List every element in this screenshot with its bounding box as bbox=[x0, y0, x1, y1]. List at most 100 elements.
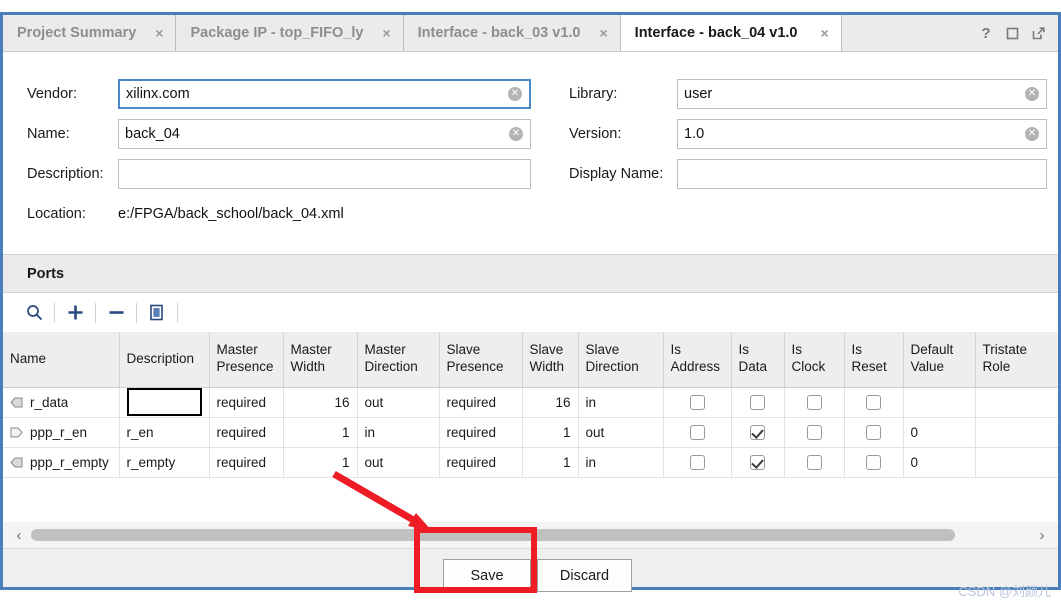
name-input[interactable]: back_04 ✕ bbox=[118, 119, 531, 149]
cell-is-reset[interactable] bbox=[844, 387, 904, 418]
cell-master-presence[interactable]: required bbox=[209, 417, 284, 448]
save-button[interactable]: Save bbox=[443, 559, 531, 592]
scrollbar-track[interactable] bbox=[31, 529, 1030, 541]
cell-default-value[interactable]: 0 bbox=[903, 447, 976, 478]
cell-slave-presence[interactable]: required bbox=[439, 417, 523, 448]
cell-is-clock[interactable] bbox=[784, 447, 845, 478]
library-input[interactable]: user ✕ bbox=[677, 79, 1047, 109]
is-clock-checkbox[interactable] bbox=[806, 424, 822, 440]
clear-icon[interactable]: ✕ bbox=[1025, 127, 1039, 141]
cell-master-direction[interactable]: in bbox=[357, 417, 440, 448]
col-header-slave-presence[interactable]: Slave Presence bbox=[439, 332, 523, 388]
table-row[interactable]: r_data required 16 out required 16 in bbox=[3, 387, 1058, 418]
clear-icon[interactable]: ✕ bbox=[509, 127, 523, 141]
cell-slave-width[interactable]: 16 bbox=[522, 387, 579, 418]
cell-is-reset[interactable] bbox=[844, 417, 904, 448]
cell-master-presence[interactable]: required bbox=[209, 387, 284, 418]
is-reset-checkbox[interactable] bbox=[866, 454, 881, 470]
cell-is-data[interactable] bbox=[731, 417, 785, 448]
cell-is-clock[interactable] bbox=[784, 387, 845, 418]
cell-is-address[interactable] bbox=[663, 447, 732, 478]
cell-default-value[interactable] bbox=[903, 387, 976, 418]
cell-name[interactable]: r_data bbox=[3, 387, 120, 418]
help-icon[interactable]: ? bbox=[978, 25, 994, 41]
tab-interface-back-04[interactable]: Interface - back_04 v1.0 × bbox=[620, 15, 842, 51]
cell-is-data[interactable] bbox=[731, 447, 785, 478]
float-window-icon[interactable] bbox=[1030, 25, 1046, 41]
col-header-slave-direction[interactable]: Slave Direction bbox=[578, 332, 664, 388]
cell-name[interactable]: ppp_r_en bbox=[3, 417, 120, 448]
tab-close-icon[interactable]: × bbox=[379, 25, 393, 41]
is-reset-checkbox[interactable] bbox=[866, 424, 881, 440]
cell-slave-direction[interactable]: out bbox=[578, 417, 664, 448]
col-header-is-clock[interactable]: Is Clock bbox=[784, 332, 845, 388]
cell-master-direction[interactable]: out bbox=[357, 387, 440, 418]
tab-project-summary[interactable]: Project Summary × bbox=[3, 15, 177, 51]
tab-interface-back-03[interactable]: Interface - back_03 v1.0 × bbox=[404, 15, 621, 51]
scrollbar-thumb[interactable] bbox=[31, 529, 956, 541]
col-header-is-reset[interactable]: Is Reset bbox=[844, 332, 904, 388]
display-name-input[interactable] bbox=[677, 159, 1047, 189]
tab-close-icon[interactable]: × bbox=[818, 25, 832, 41]
cell-slave-direction[interactable]: in bbox=[578, 387, 664, 418]
is-address-checkbox[interactable] bbox=[689, 454, 705, 470]
cell-name[interactable]: ppp_r_empty bbox=[3, 447, 120, 478]
is-clock-checkbox[interactable] bbox=[806, 454, 822, 470]
cell-slave-width[interactable]: 1 bbox=[522, 417, 579, 448]
cell-description[interactable]: r_empty bbox=[119, 447, 210, 478]
col-header-master-direction[interactable]: Master Direction bbox=[357, 332, 440, 388]
cell-tristate-role[interactable] bbox=[975, 417, 1058, 448]
cell-is-reset[interactable] bbox=[844, 447, 904, 478]
col-header-master-width[interactable]: Master Width bbox=[283, 332, 358, 388]
is-data-checkbox[interactable] bbox=[750, 454, 765, 470]
tab-close-icon[interactable]: × bbox=[152, 25, 166, 41]
search-icon[interactable] bbox=[17, 299, 51, 327]
table-row[interactable]: ppp_r_empty r_empty required 1 out requi… bbox=[3, 447, 1058, 478]
cell-slave-presence[interactable]: required bbox=[439, 447, 523, 478]
remove-icon[interactable] bbox=[99, 299, 133, 327]
cell-is-data[interactable] bbox=[731, 387, 785, 418]
description-input[interactable] bbox=[118, 159, 531, 189]
table-row[interactable]: ppp_r_en r_en required 1 in required 1 o… bbox=[3, 417, 1058, 448]
cell-slave-presence[interactable]: required bbox=[439, 387, 523, 418]
copy-icon[interactable] bbox=[140, 299, 174, 327]
cell-description[interactable] bbox=[119, 387, 210, 418]
col-header-is-address[interactable]: Is Address bbox=[663, 332, 732, 388]
is-data-checkbox[interactable] bbox=[750, 394, 765, 410]
version-input[interactable]: 1.0 ✕ bbox=[677, 119, 1047, 149]
col-header-description[interactable]: Description bbox=[119, 332, 210, 388]
is-reset-checkbox[interactable] bbox=[866, 394, 881, 410]
description-cell-editor[interactable] bbox=[126, 388, 202, 416]
maximize-icon[interactable] bbox=[1004, 25, 1020, 41]
col-header-master-presence[interactable]: Master Presence bbox=[209, 332, 284, 388]
clear-icon[interactable]: ✕ bbox=[508, 87, 522, 101]
is-data-checkbox[interactable] bbox=[750, 424, 765, 440]
cell-is-clock[interactable] bbox=[784, 417, 845, 448]
is-clock-checkbox[interactable] bbox=[806, 394, 822, 410]
cell-is-address[interactable] bbox=[663, 417, 732, 448]
col-header-slave-width[interactable]: Slave Width bbox=[522, 332, 579, 388]
ports-table-container[interactable]: Name Description Master Presence Master … bbox=[3, 332, 1058, 522]
cell-slave-direction[interactable]: in bbox=[578, 447, 664, 478]
cell-master-width[interactable]: 1 bbox=[283, 417, 358, 448]
add-icon[interactable] bbox=[58, 299, 92, 327]
cell-default-value[interactable]: 0 bbox=[903, 417, 976, 448]
cell-master-width[interactable]: 1 bbox=[283, 447, 358, 478]
col-header-name[interactable]: Name bbox=[3, 332, 120, 388]
is-address-checkbox[interactable] bbox=[689, 394, 705, 410]
clear-icon[interactable]: ✕ bbox=[1025, 87, 1039, 101]
cell-slave-width[interactable]: 1 bbox=[522, 447, 579, 478]
col-header-default-value[interactable]: Default Value bbox=[903, 332, 976, 388]
scroll-right-icon[interactable]: › bbox=[1032, 524, 1052, 546]
tab-close-icon[interactable]: × bbox=[596, 25, 610, 41]
cell-master-direction[interactable]: out bbox=[357, 447, 440, 478]
scroll-left-icon[interactable]: ‹ bbox=[9, 524, 29, 546]
discard-button[interactable]: Discard bbox=[537, 559, 632, 592]
cell-tristate-role[interactable] bbox=[975, 387, 1058, 418]
cell-master-width[interactable]: 16 bbox=[283, 387, 358, 418]
cell-master-presence[interactable]: required bbox=[209, 447, 284, 478]
horizontal-scrollbar[interactable]: ‹ › bbox=[3, 522, 1058, 548]
col-header-is-data[interactable]: Is Data bbox=[731, 332, 785, 388]
cell-is-address[interactable] bbox=[663, 387, 732, 418]
col-header-tristate-role[interactable]: Tristate Role bbox=[975, 332, 1058, 388]
